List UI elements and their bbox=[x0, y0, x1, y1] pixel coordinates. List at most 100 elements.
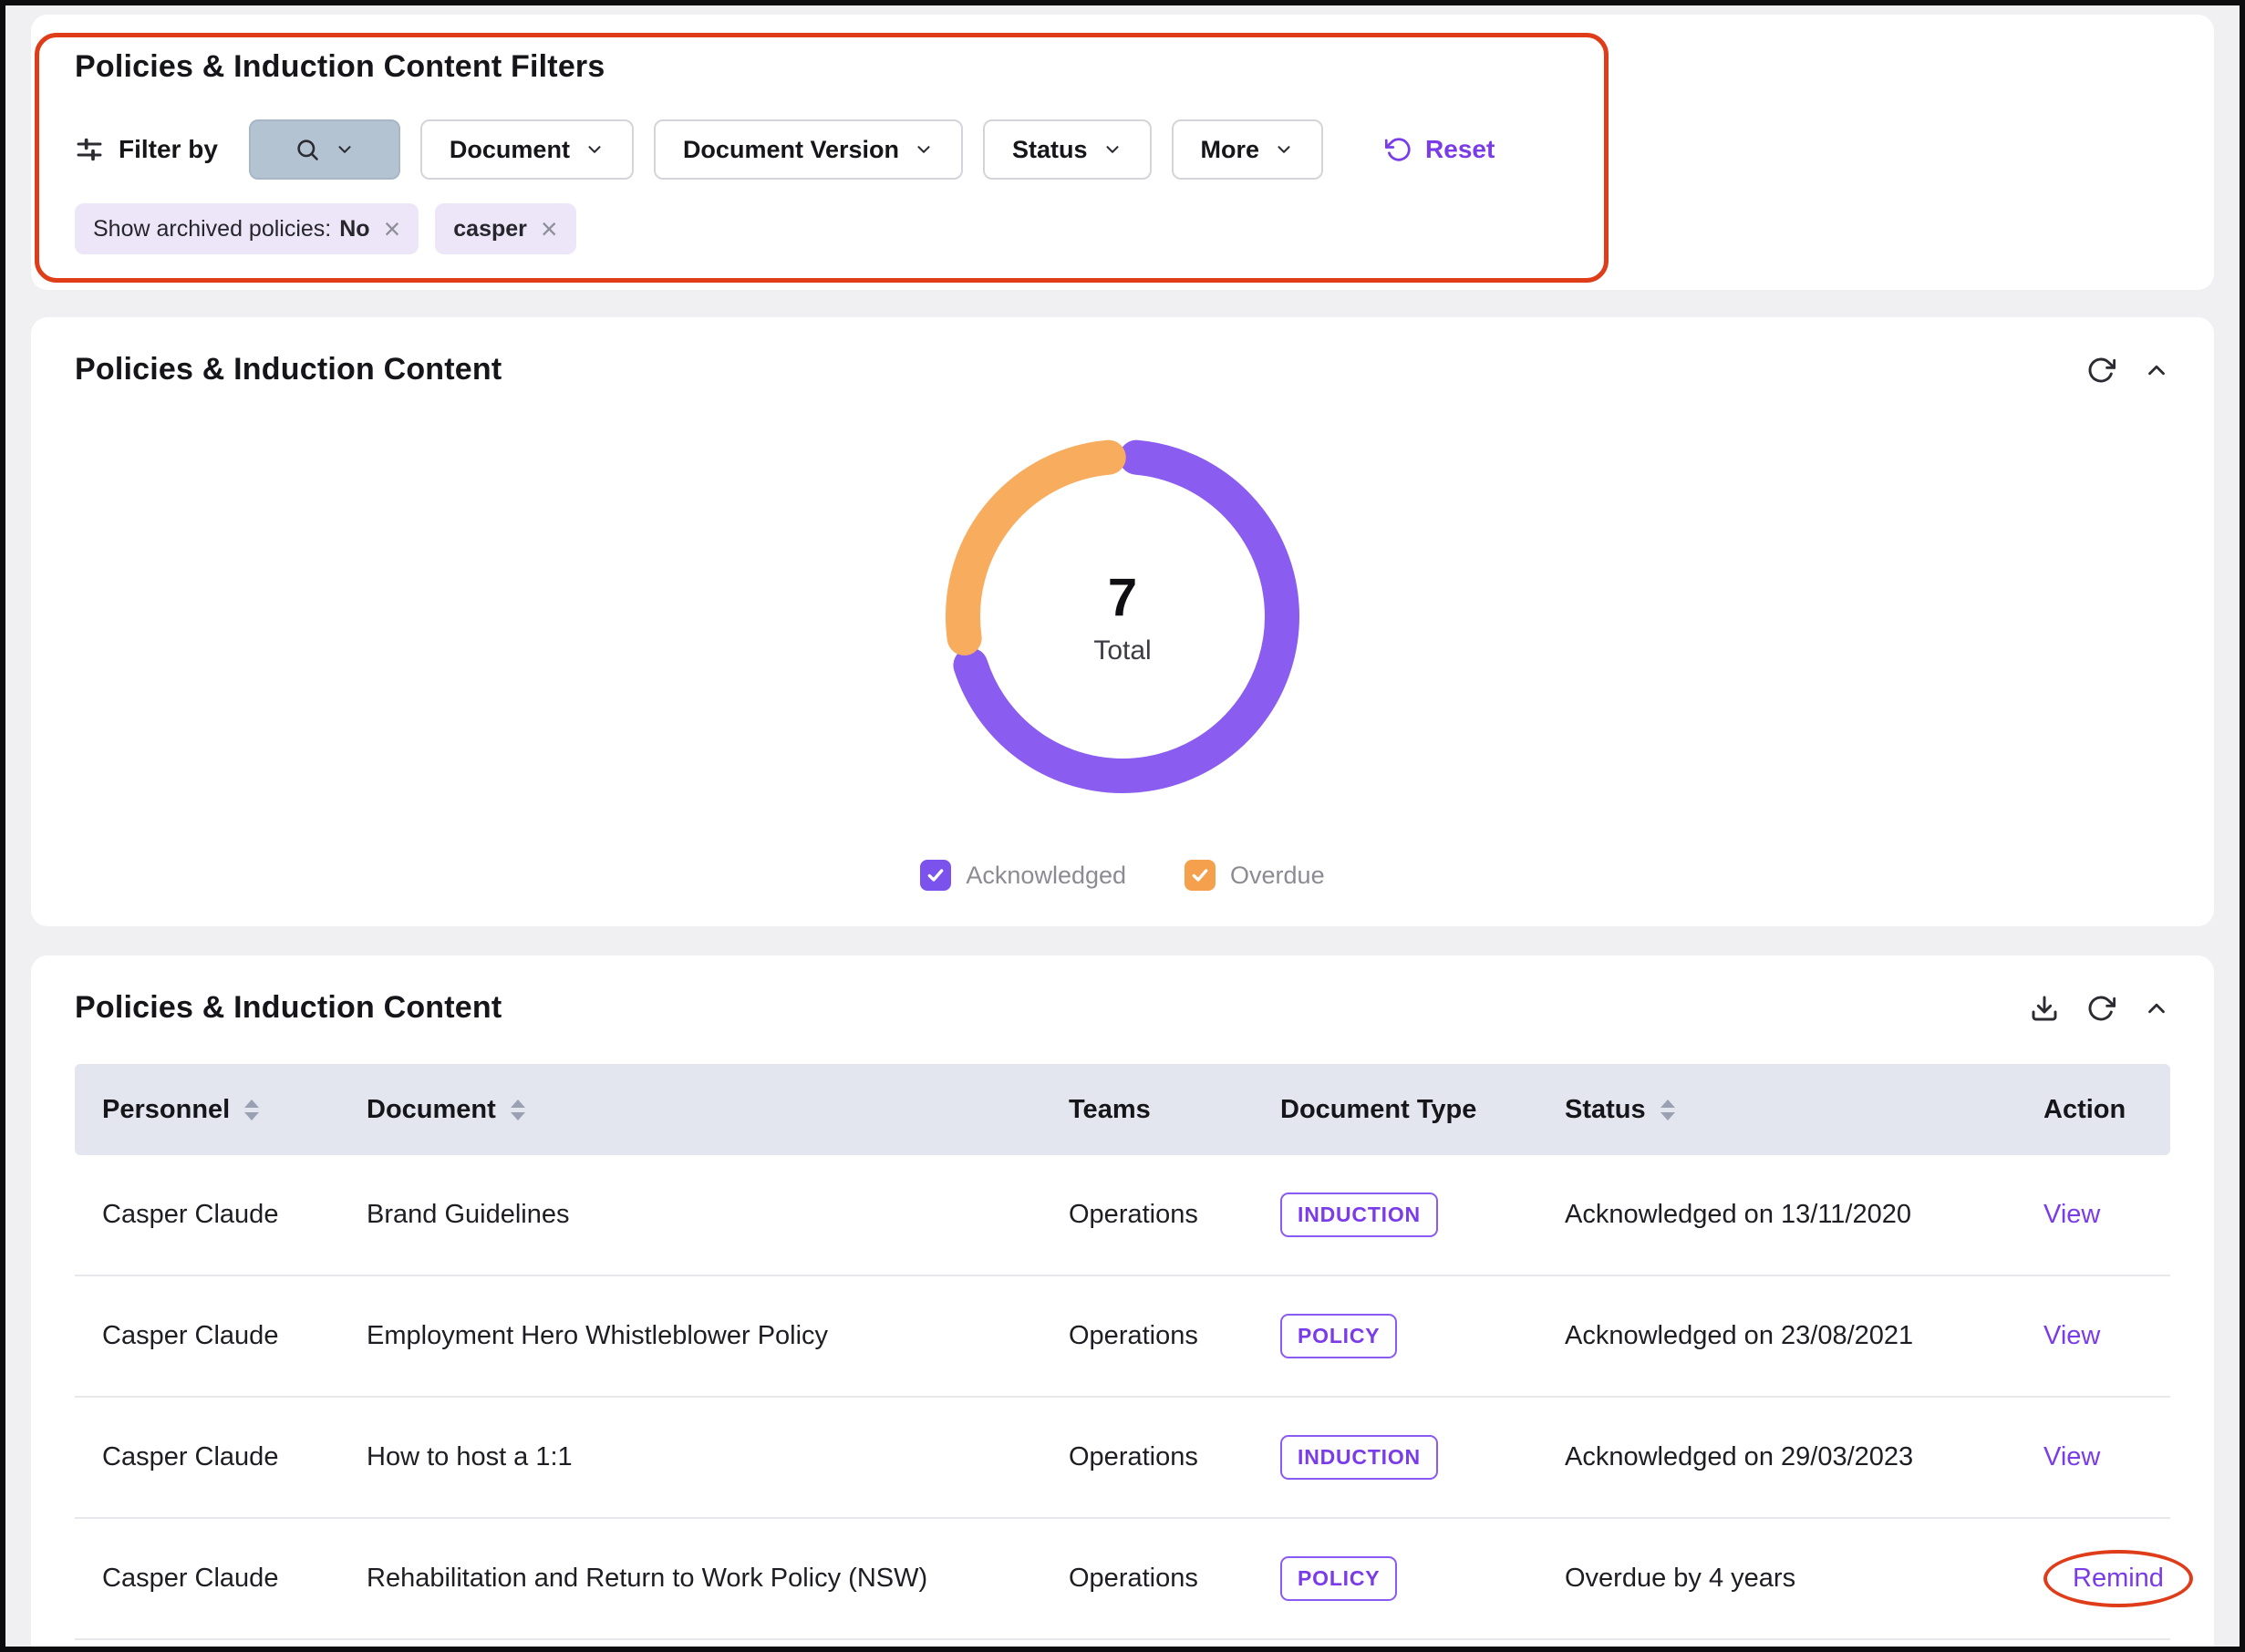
chevron-up-icon bbox=[2143, 995, 2170, 1022]
chart-panel-title: Policies & Induction Content bbox=[75, 352, 502, 387]
view-link[interactable]: View bbox=[2043, 1321, 2100, 1350]
refresh-icon bbox=[2086, 994, 2116, 1023]
cell-status: Overdue by 4 years bbox=[1537, 1564, 2016, 1594]
collapse-button[interactable] bbox=[2143, 995, 2170, 1022]
document-type-badge: POLICY bbox=[1280, 1556, 1397, 1601]
app-window: Policies & Induction Content Filters Fil… bbox=[0, 0, 2245, 1652]
cell-personnel: Casper Claude bbox=[75, 1200, 339, 1230]
column-header-teams: Teams bbox=[1041, 1095, 1253, 1125]
chart-panel: Policies & Induction Content 7 bbox=[31, 317, 2214, 926]
filter-chip-casper: casper × bbox=[435, 203, 575, 254]
sort-icon bbox=[244, 1100, 259, 1120]
table-header-row: Personnel Document Teams Document Type S… bbox=[75, 1064, 2170, 1155]
cell-teams: Operations bbox=[1041, 1200, 1253, 1230]
refresh-button[interactable] bbox=[2086, 356, 2116, 385]
chevron-down-icon bbox=[1274, 139, 1294, 160]
filters-panel: Policies & Induction Content Filters Fil… bbox=[31, 15, 2214, 290]
more-filters-dropdown[interactable]: More bbox=[1172, 119, 1324, 180]
chevron-down-icon bbox=[914, 139, 934, 160]
column-header-document-type: Document Type bbox=[1253, 1095, 1537, 1125]
status-filter-label: Status bbox=[1012, 136, 1088, 164]
column-header-personnel[interactable]: Personnel bbox=[75, 1095, 339, 1125]
sliders-icon bbox=[75, 135, 104, 164]
column-header-document[interactable]: Document bbox=[339, 1095, 1041, 1125]
cell-teams: Operations bbox=[1041, 1321, 1253, 1351]
chip-value: No bbox=[339, 216, 369, 243]
table-row: Casper Claude Rehabilitation and Return … bbox=[75, 1519, 2170, 1640]
chevron-down-icon bbox=[335, 139, 355, 160]
cell-status: Acknowledged on 13/11/2020 bbox=[1537, 1200, 2016, 1230]
collapse-button[interactable] bbox=[2143, 356, 2170, 384]
reset-label: Reset bbox=[1425, 135, 1495, 164]
active-filter-chips: Show archived policies: No × casper × bbox=[75, 203, 2170, 254]
cell-teams: Operations bbox=[1041, 1564, 1253, 1594]
search-icon bbox=[295, 137, 320, 162]
total-value: 7 bbox=[1108, 567, 1137, 628]
cell-action: View bbox=[2016, 1442, 2170, 1472]
more-filters-label: More bbox=[1201, 136, 1260, 164]
filter-chip-show-archived: Show archived policies: No × bbox=[75, 203, 419, 254]
cell-document-type: POLICY bbox=[1253, 1314, 1537, 1358]
chevron-up-icon bbox=[2143, 356, 2170, 384]
cell-action: View bbox=[2016, 1200, 2170, 1230]
document-version-filter-dropdown[interactable]: Document Version bbox=[654, 119, 963, 180]
filter-controls-row: Filter by Document Document Version bbox=[75, 119, 2170, 180]
table-row: Casper Claude Brand Guidelines Operation… bbox=[75, 1155, 2170, 1276]
cell-personnel: Casper Claude bbox=[75, 1564, 339, 1594]
cell-personnel: Casper Claude bbox=[75, 1321, 339, 1351]
cell-document: Employment Hero Whistleblower Policy bbox=[339, 1321, 1041, 1351]
search-filter-button[interactable] bbox=[249, 119, 400, 180]
view-link[interactable]: View bbox=[2043, 1200, 2100, 1229]
reset-icon bbox=[1385, 136, 1412, 163]
table-row: Casper Claude Employment Hero Whistleblo… bbox=[75, 1276, 2170, 1398]
table-row: Casper Claude How to host a 1:1 Operatio… bbox=[75, 1398, 2170, 1519]
cell-status: Acknowledged on 29/03/2023 bbox=[1537, 1442, 2016, 1472]
policies-table: Personnel Document Teams Document Type S… bbox=[75, 1064, 2170, 1640]
cell-document-type: INDUCTION bbox=[1253, 1193, 1537, 1237]
total-label: Total bbox=[1093, 635, 1151, 666]
document-type-badge: POLICY bbox=[1280, 1314, 1397, 1358]
download-icon bbox=[2030, 994, 2059, 1023]
column-header-status[interactable]: Status bbox=[1537, 1095, 2016, 1125]
column-header-action: Action bbox=[2016, 1095, 2170, 1125]
cell-document: How to host a 1:1 bbox=[339, 1442, 1041, 1472]
filter-by-label-group: Filter by bbox=[75, 135, 218, 164]
sort-icon bbox=[511, 1100, 525, 1120]
filter-by-label: Filter by bbox=[119, 135, 218, 164]
legend-label: Acknowledged bbox=[966, 862, 1126, 890]
table-panel-title: Policies & Induction Content bbox=[75, 990, 502, 1026]
cell-personnel: Casper Claude bbox=[75, 1442, 339, 1472]
chart-legend: Acknowledged Overdue bbox=[75, 860, 2170, 891]
document-version-filter-label: Document Version bbox=[683, 136, 899, 164]
cell-document-type: INDUCTION bbox=[1253, 1435, 1537, 1480]
checkbox-acknowledged-icon bbox=[920, 860, 951, 891]
chevron-down-icon bbox=[585, 139, 605, 160]
legend-label: Overdue bbox=[1230, 862, 1325, 890]
status-filter-dropdown[interactable]: Status bbox=[983, 119, 1152, 180]
refresh-button[interactable] bbox=[2086, 994, 2116, 1023]
donut-center-label: 7 Total bbox=[926, 420, 1319, 812]
reset-filters-button[interactable]: Reset bbox=[1380, 134, 1500, 165]
chip-text: Show archived policies: bbox=[93, 216, 331, 243]
legend-item-overdue[interactable]: Overdue bbox=[1185, 860, 1325, 891]
cell-document-type: POLICY bbox=[1253, 1556, 1537, 1601]
sort-icon bbox=[1660, 1100, 1675, 1120]
close-icon[interactable]: × bbox=[541, 214, 558, 243]
chevron-down-icon bbox=[1102, 139, 1122, 160]
chip-value: casper bbox=[453, 216, 527, 243]
close-icon[interactable]: × bbox=[384, 214, 401, 243]
donut-chart: 7 Total bbox=[926, 420, 1319, 812]
table-panel: Policies & Induction Content bbox=[31, 955, 2214, 1652]
view-link[interactable]: View bbox=[2043, 1442, 2100, 1471]
download-button[interactable] bbox=[2030, 994, 2059, 1023]
cell-teams: Operations bbox=[1041, 1442, 1253, 1472]
document-type-badge: INDUCTION bbox=[1280, 1193, 1438, 1237]
remind-link[interactable]: Remind bbox=[2073, 1564, 2164, 1594]
cell-document: Brand Guidelines bbox=[339, 1200, 1041, 1230]
refresh-icon bbox=[2086, 356, 2116, 385]
cell-status: Acknowledged on 23/08/2021 bbox=[1537, 1321, 2016, 1351]
legend-item-acknowledged[interactable]: Acknowledged bbox=[920, 860, 1126, 891]
document-filter-label: Document bbox=[450, 136, 570, 164]
document-filter-dropdown[interactable]: Document bbox=[420, 119, 634, 180]
document-type-badge: INDUCTION bbox=[1280, 1435, 1438, 1480]
